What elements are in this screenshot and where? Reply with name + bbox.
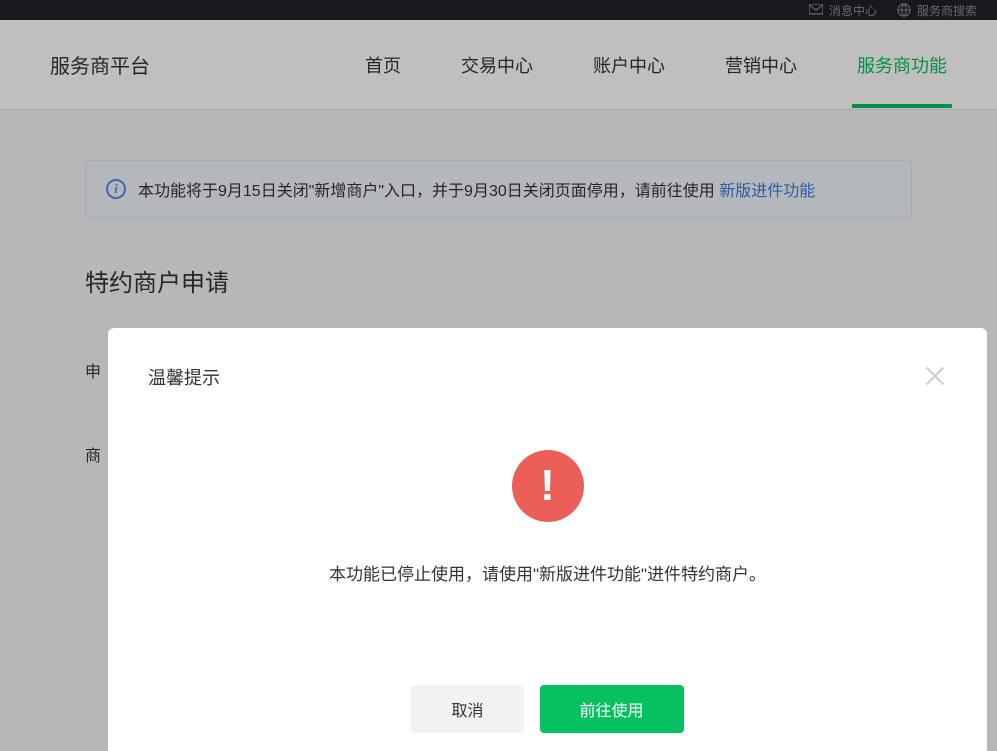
modal: 温馨提示 ! 本功能已停止使用，请使用"新版进件功能"进件特约商户。 取消 前往… xyxy=(108,328,987,751)
cancel-button[interactable]: 取消 xyxy=(411,685,523,733)
modal-title: 温馨提示 xyxy=(148,364,220,390)
confirm-button[interactable]: 前往使用 xyxy=(540,685,684,733)
modal-body: ! 本功能已停止使用，请使用"新版进件功能"进件特约商户。 xyxy=(148,450,947,585)
modal-footer: 取消 前往使用 xyxy=(148,685,947,733)
modal-header: 温馨提示 xyxy=(148,364,947,390)
close-icon[interactable] xyxy=(923,364,947,388)
warning-icon: ! xyxy=(512,450,584,522)
modal-message: 本功能已停止使用，请使用"新版进件功能"进件特约商户。 xyxy=(329,560,766,585)
